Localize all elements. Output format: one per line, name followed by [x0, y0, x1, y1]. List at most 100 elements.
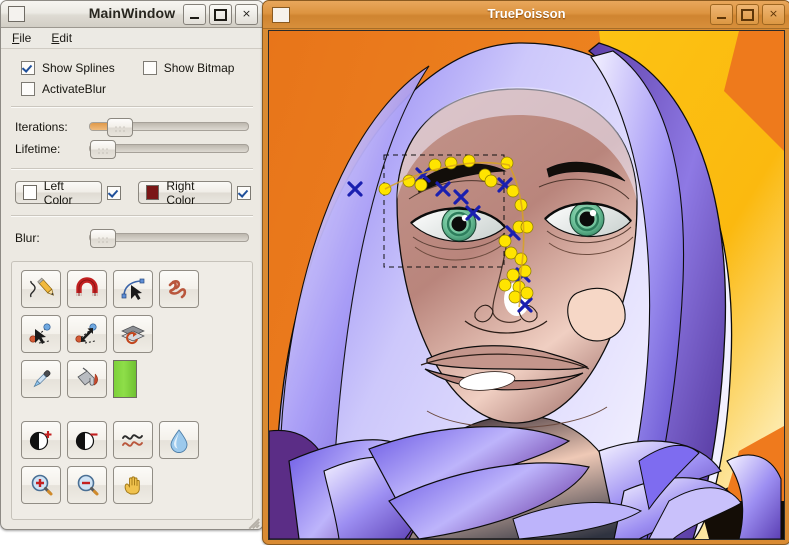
iteration-section: Iterations: Lifetime: — [1, 108, 263, 168]
maximize-icon — [741, 8, 754, 21]
options-section: Show Splines Show Bitmap ActivateBlur — [1, 49, 263, 106]
checkbox-label: ActivateBlur — [42, 82, 107, 96]
slider-track[interactable] — [89, 118, 249, 137]
bezier-node-arrow-icon — [121, 278, 145, 300]
left-color-swatch — [23, 185, 37, 200]
left-color-label: Left Color — [43, 178, 73, 207]
poisson-titlebar[interactable]: TruePoisson × — [263, 1, 789, 29]
wave-icon — [122, 434, 143, 447]
checkbox-box[interactable] — [142, 61, 157, 75]
right-color-label: Right Color — [166, 178, 196, 207]
minimize-icon — [717, 16, 726, 19]
close-icon: × — [768, 7, 779, 20]
poisson-window-controls: × — [710, 4, 785, 25]
menu-file[interactable]: File — [9, 30, 34, 46]
maximize-icon — [214, 8, 227, 21]
left-color-button[interactable]: Left Color — [15, 178, 103, 207]
close-button[interactable]: × — [762, 4, 785, 25]
slider-iterations[interactable]: Iterations: — [15, 116, 249, 137]
color-button-row: Left Color Right Color — [15, 178, 251, 207]
resize-grip[interactable] — [244, 511, 260, 530]
decrease-contrast-tool[interactable] — [67, 421, 107, 459]
vector-portrait-canvas[interactable] — [269, 31, 784, 539]
increase-contrast-tool[interactable] — [21, 421, 61, 459]
color-section: Left Color Right Color — [1, 170, 263, 215]
menu-edit[interactable]: Edit — [48, 30, 75, 46]
checkbox-box[interactable] — [21, 82, 35, 96]
blur-drop-tool[interactable] — [159, 421, 199, 459]
checkbox-activate-blur[interactable]: ActivateBlur — [21, 82, 251, 96]
maximize-button[interactable] — [209, 4, 232, 25]
maximize-button[interactable] — [736, 4, 759, 25]
scribble-tool[interactable] — [159, 270, 199, 308]
magnet-icon — [76, 277, 98, 296]
slider-label: Lifetime: — [15, 141, 61, 156]
checkbox-show-splines[interactable]: Show Splines — [21, 61, 115, 75]
main-window: MainWindow × File Edit Show Splines Show… — [0, 0, 264, 530]
handle-grip — [97, 236, 110, 243]
slider-handle[interactable] — [90, 140, 116, 159]
move-node-tool[interactable] — [67, 315, 107, 353]
color-picker-tool[interactable] — [21, 360, 61, 398]
hand-icon — [124, 476, 140, 495]
slider-label: Blur: — [15, 230, 40, 245]
add-node-tool[interactable] — [21, 315, 61, 353]
contrast-minus-icon — [75, 431, 98, 451]
right-color-checkbox[interactable] — [237, 185, 251, 200]
tool-panel — [11, 261, 253, 520]
slider-handle[interactable] — [107, 118, 133, 137]
checkbox-box[interactable] — [21, 61, 35, 75]
slider-lifetime[interactable]: Lifetime: — [15, 138, 249, 159]
zoom-out-icon — [77, 474, 99, 496]
right-color-swatch — [145, 185, 160, 200]
pan-hand-tool[interactable] — [113, 466, 153, 504]
current-color-swatch[interactable] — [113, 360, 137, 398]
zoom-in-tool[interactable] — [21, 466, 61, 504]
tool-row-4 — [21, 421, 243, 459]
menubar: File Edit — [1, 28, 263, 49]
checkbox-label: Show Splines — [42, 61, 115, 75]
tool-row-2 — [21, 315, 243, 353]
blur-section: Blur: — [1, 217, 263, 257]
eyedropper-icon — [33, 370, 51, 388]
red-scribble-icon — [168, 280, 187, 299]
magnet-snap-tool[interactable] — [67, 270, 107, 308]
poisson-window: TruePoisson × — [262, 0, 789, 545]
main-window-titlebar[interactable]: MainWindow × — [1, 1, 263, 28]
main-window-controls: × — [183, 4, 258, 25]
right-color-button[interactable]: Right Color — [137, 178, 232, 207]
layers-tool[interactable] — [113, 315, 153, 353]
left-color-checkbox[interactable] — [107, 185, 122, 200]
move-node-arrows-icon — [75, 323, 97, 344]
slider-blur[interactable]: Blur: — [15, 227, 249, 248]
tool-row-3 — [21, 360, 243, 398]
close-button[interactable]: × — [235, 4, 258, 25]
checkbox-label: Show Bitmap — [163, 61, 235, 75]
close-icon: × — [241, 7, 252, 20]
smooth-wave-tool[interactable] — [113, 421, 153, 459]
add-node-arrow-icon — [29, 323, 51, 344]
paint-bucket-icon — [77, 367, 98, 386]
minimize-button[interactable] — [710, 4, 733, 25]
handle-grip — [97, 147, 110, 154]
slider-track[interactable] — [89, 140, 249, 159]
zoom-out-tool[interactable] — [67, 466, 107, 504]
slider-label: Iterations: — [15, 119, 68, 134]
tool-row-1 — [21, 270, 243, 308]
slider-handle[interactable] — [90, 229, 116, 248]
screen: MainWindow × File Edit Show Splines Show… — [0, 0, 789, 545]
slider-track[interactable] — [89, 229, 249, 248]
layers-icon — [121, 325, 145, 345]
slider-fill — [90, 123, 108, 130]
tool-row-5 — [21, 466, 243, 504]
draw-curve-tool[interactable] — [21, 270, 61, 308]
node-edit-tool[interactable] — [113, 270, 153, 308]
fill-tool[interactable] — [67, 360, 107, 398]
minimize-button[interactable] — [183, 4, 206, 25]
zoom-in-icon — [31, 474, 53, 496]
image-canvas-container[interactable] — [268, 30, 785, 540]
minimize-icon — [190, 16, 199, 19]
water-drop-icon — [170, 429, 188, 453]
contrast-plus-icon — [29, 431, 52, 451]
checkbox-show-bitmap[interactable]: Show Bitmap — [142, 61, 235, 75]
